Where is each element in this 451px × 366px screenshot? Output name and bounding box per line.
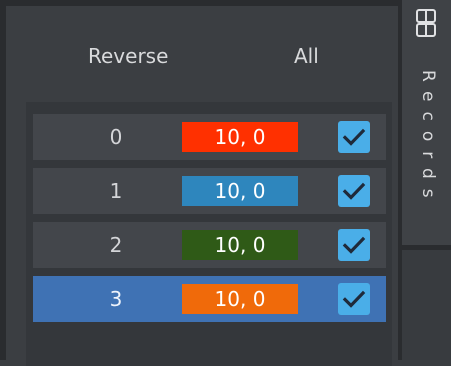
records-tab[interactable]: Records	[402, 0, 451, 245]
checkmark-icon	[342, 236, 366, 254]
checkmark-icon	[342, 182, 366, 200]
records-tab-label: Records	[418, 70, 438, 208]
records-panel: Reverse All 0 10, 0 1 10, 0 2 10, 0 3 10…	[6, 6, 398, 366]
record-color-swatch[interactable]: 10, 0	[182, 230, 298, 260]
record-checkbox[interactable]	[338, 283, 370, 315]
record-color-swatch[interactable]: 10, 0	[182, 122, 298, 152]
record-row-3[interactable]: 3 10, 0	[33, 276, 386, 322]
reverse-button[interactable]: Reverse	[88, 42, 168, 70]
right-sidebar: Records	[402, 0, 451, 360]
record-index: 2	[109, 233, 123, 257]
record-checkbox[interactable]	[338, 121, 370, 153]
record-checkbox[interactable]	[338, 229, 370, 261]
record-index: 0	[109, 125, 123, 149]
app-frame: Reverse All 0 10, 0 1 10, 0 2 10, 0 3 10…	[0, 0, 451, 366]
record-color-swatch[interactable]: 10, 0	[182, 176, 298, 206]
record-index: 1	[109, 179, 123, 203]
record-checkbox[interactable]	[338, 175, 370, 207]
record-index: 3	[109, 287, 123, 311]
checkmark-icon	[342, 290, 366, 308]
records-list: 0 10, 0 1 10, 0 2 10, 0 3 10, 0	[26, 102, 392, 366]
record-row-2[interactable]: 2 10, 0	[33, 222, 386, 268]
all-button[interactable]: All	[294, 42, 319, 70]
record-row-0[interactable]: 0 10, 0	[33, 114, 386, 160]
sidebar-empty-area	[402, 250, 451, 360]
checkmark-icon	[342, 128, 366, 146]
records-panel-icon	[416, 9, 436, 37]
record-row-1[interactable]: 1 10, 0	[33, 168, 386, 214]
record-color-swatch[interactable]: 10, 0	[182, 284, 298, 314]
